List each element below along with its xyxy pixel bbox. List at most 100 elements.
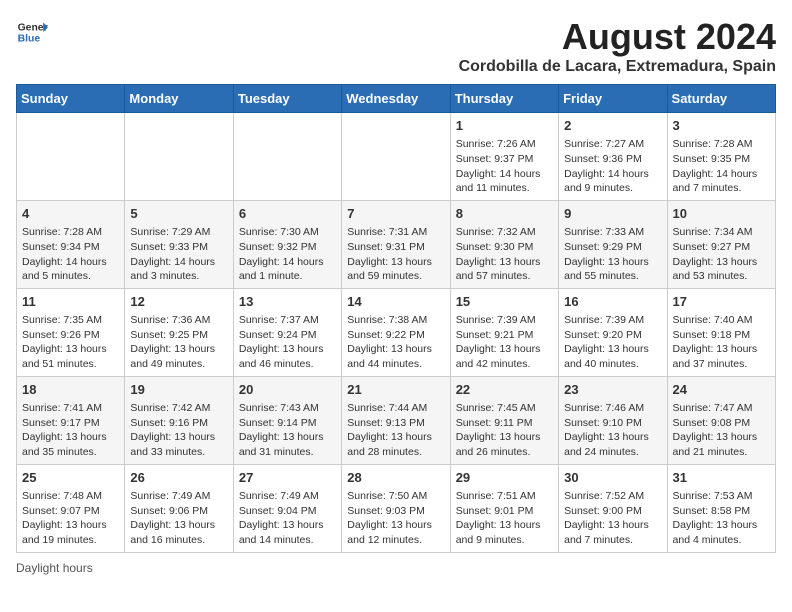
calendar-cell: 25 Sunrise: 7:48 AMSunset: 9:07 PMDayligh… [17,464,125,552]
calendar-cell: 21Sunrise: 7:44 AMSunset: 9:13 PMDayligh… [342,376,450,464]
day-info: Sunrise: 7:35 AMSunset: 9:26 PMDaylight:… [22,313,119,372]
svg-text:Blue: Blue [18,34,41,45]
calendar-cell [233,113,341,201]
day-number: 18 [22,381,119,399]
calendar-cell: 26 Sunrise: 7:49 AMSunset: 9:06 PMDayligh… [125,464,233,552]
day-info: Sunrise: 7:45 AMSunset: 9:11 PMDaylight:… [456,401,553,460]
calendar-cell: 28 Sunrise: 7:50 AMSunset: 9:03 PMDayligh… [342,464,450,552]
day-number: 2 [564,117,661,135]
logo-icon: General Blue [16,16,48,48]
day-number: 21 [347,381,444,399]
calendar-cell [17,113,125,201]
day-number: 14 [347,293,444,311]
header: General Blue August 2024 Cordobilla de L… [16,16,776,76]
calendar-cell: 17 Sunrise: 7:40 AMSunset: 9:18 PMDayligh… [667,288,775,376]
calendar-cell: 22Sunrise: 7:45 AMSunset: 9:11 PMDayligh… [450,376,558,464]
day-of-week-header: Monday [125,85,233,113]
day-info: Sunrise: 7:30 AMSunset: 9:32 PMDaylight:… [239,225,336,284]
calendar-cell: 12 Sunrise: 7:36 AMSunset: 9:25 PMDayligh… [125,288,233,376]
day-number: 13 [239,293,336,311]
calendar-cell: 18 Sunrise: 7:41 AMSunset: 9:17 PMDayligh… [17,376,125,464]
calendar-cell: 8 Sunrise: 7:32 AMSunset: 9:30 PMDaylight… [450,200,558,288]
day-number: 17 [673,293,770,311]
calendar-cell: 3 Sunrise: 7:28 AMSunset: 9:35 PMDaylight… [667,113,775,201]
day-number: 26 [130,469,227,487]
calendar-cell [125,113,233,201]
calendar-cell: 4 Sunrise: 7:28 AMSunset: 9:34 PMDaylight… [17,200,125,288]
day-number: 30 [564,469,661,487]
day-number: 9 [564,205,661,223]
calendar-cell: 2 Sunrise: 7:27 AMSunset: 9:36 PMDaylight… [559,113,667,201]
calendar-cell: 9Sunrise: 7:33 AMSunset: 9:29 PMDaylight… [559,200,667,288]
calendar-cell: 11Sunrise: 7:35 AMSunset: 9:26 PMDayligh… [17,288,125,376]
day-number: 28 [347,469,444,487]
day-of-week-header: Friday [559,85,667,113]
day-info: Sunrise: 7:42 AMSunset: 9:16 PMDaylight:… [130,401,227,460]
day-info: Sunrise: 7:31 AMSunset: 9:31 PMDaylight:… [347,225,444,284]
day-info: Sunrise: 7:27 AMSunset: 9:36 PMDaylight:… [564,137,661,196]
calendar-cell: 23 Sunrise: 7:46 AMSunset: 9:10 PMDayligh… [559,376,667,464]
day-number: 1 [456,117,553,135]
day-info: Sunrise: 7:53 AMSunset: 8:58 PMDaylight:… [673,489,770,548]
day-number: 7 [347,205,444,223]
day-info: Sunrise: 7:47 AMSunset: 9:08 PMDaylight:… [673,401,770,460]
day-info: Sunrise: 7:51 AMSunset: 9:01 PMDaylight:… [456,489,553,548]
day-info: Sunrise: 7:39 AMSunset: 9:21 PMDaylight:… [456,313,553,372]
calendar-cell: 15 Sunrise: 7:39 AMSunset: 9:21 PMDayligh… [450,288,558,376]
day-info: Sunrise: 7:52 AMSunset: 9:00 PMDaylight:… [564,489,661,548]
calendar-cell: 6Sunrise: 7:30 AMSunset: 9:32 PMDaylight… [233,200,341,288]
day-info: Sunrise: 7:28 AMSunset: 9:35 PMDaylight:… [673,137,770,196]
day-number: 31 [673,469,770,487]
calendar-cell: 30 Sunrise: 7:52 AMSunset: 9:00 PMDayligh… [559,464,667,552]
day-info: Sunrise: 7:40 AMSunset: 9:18 PMDaylight:… [673,313,770,372]
subtitle: Cordobilla de Lacara, Extremadura, Spain [459,58,776,76]
day-number: 16 [564,293,661,311]
day-info: Sunrise: 7:26 AMSunset: 9:37 PMDaylight:… [456,137,553,196]
day-info: Sunrise: 7:34 AMSunset: 9:27 PMDaylight:… [673,225,770,284]
day-of-week-header: Tuesday [233,85,341,113]
day-number: 8 [456,205,553,223]
main-title: August 2024 [459,16,776,58]
calendar-table: SundayMondayTuesdayWednesdayThursdayFrid… [16,84,776,553]
logo: General Blue [16,16,48,48]
day-info: Sunrise: 7:39 AMSunset: 9:20 PMDaylight:… [564,313,661,372]
day-number: 20 [239,381,336,399]
day-info: Sunrise: 7:46 AMSunset: 9:10 PMDaylight:… [564,401,661,460]
day-info: Sunrise: 7:50 AMSunset: 9:03 PMDaylight:… [347,489,444,548]
title-area: August 2024 Cordobilla de Lacara, Extrem… [459,16,776,76]
calendar-cell: 10Sunrise: 7:34 AMSunset: 9:27 PMDayligh… [667,200,775,288]
day-info: Sunrise: 7:37 AMSunset: 9:24 PMDaylight:… [239,313,336,372]
calendar-cell: 29 Sunrise: 7:51 AMSunset: 9:01 PMDayligh… [450,464,558,552]
calendar-cell [342,113,450,201]
day-info: Sunrise: 7:48 AMSunset: 9:07 PMDaylight:… [22,489,119,548]
day-number: 25 [22,469,119,487]
day-number: 4 [22,205,119,223]
day-number: 27 [239,469,336,487]
calendar-cell: 16 Sunrise: 7:39 AMSunset: 9:20 PMDayligh… [559,288,667,376]
calendar-cell: 1 Sunrise: 7:26 AMSunset: 9:37 PMDaylight… [450,113,558,201]
day-number: 29 [456,469,553,487]
day-info: Sunrise: 7:41 AMSunset: 9:17 PMDaylight:… [22,401,119,460]
calendar-cell: 5Sunrise: 7:29 AMSunset: 9:33 PMDaylight… [125,200,233,288]
day-number: 23 [564,381,661,399]
day-info: Sunrise: 7:49 AMSunset: 9:06 PMDaylight:… [130,489,227,548]
day-of-week-header: Wednesday [342,85,450,113]
day-number: 12 [130,293,227,311]
calendar-cell: 14Sunrise: 7:38 AMSunset: 9:22 PMDayligh… [342,288,450,376]
day-number: 19 [130,381,227,399]
day-info: Sunrise: 7:49 AMSunset: 9:04 PMDaylight:… [239,489,336,548]
calendar-cell: 20Sunrise: 7:43 AMSunset: 9:14 PMDayligh… [233,376,341,464]
day-info: Sunrise: 7:28 AMSunset: 9:34 PMDaylight:… [22,225,119,284]
day-of-week-header: Thursday [450,85,558,113]
day-info: Sunrise: 7:29 AMSunset: 9:33 PMDaylight:… [130,225,227,284]
day-number: 3 [673,117,770,135]
day-info: Sunrise: 7:36 AMSunset: 9:25 PMDaylight:… [130,313,227,372]
day-of-week-header: Saturday [667,85,775,113]
footer: Daylight hours [16,561,776,575]
calendar-cell: 24Sunrise: 7:47 AMSunset: 9:08 PMDayligh… [667,376,775,464]
day-number: 15 [456,293,553,311]
calendar-cell: 27 Sunrise: 7:49 AMSunset: 9:04 PMDayligh… [233,464,341,552]
calendar-cell: 31 Sunrise: 7:53 AMSunset: 8:58 PMDayligh… [667,464,775,552]
calendar-cell: 7 Sunrise: 7:31 AMSunset: 9:31 PMDaylight… [342,200,450,288]
day-info: Sunrise: 7:32 AMSunset: 9:30 PMDaylight:… [456,225,553,284]
